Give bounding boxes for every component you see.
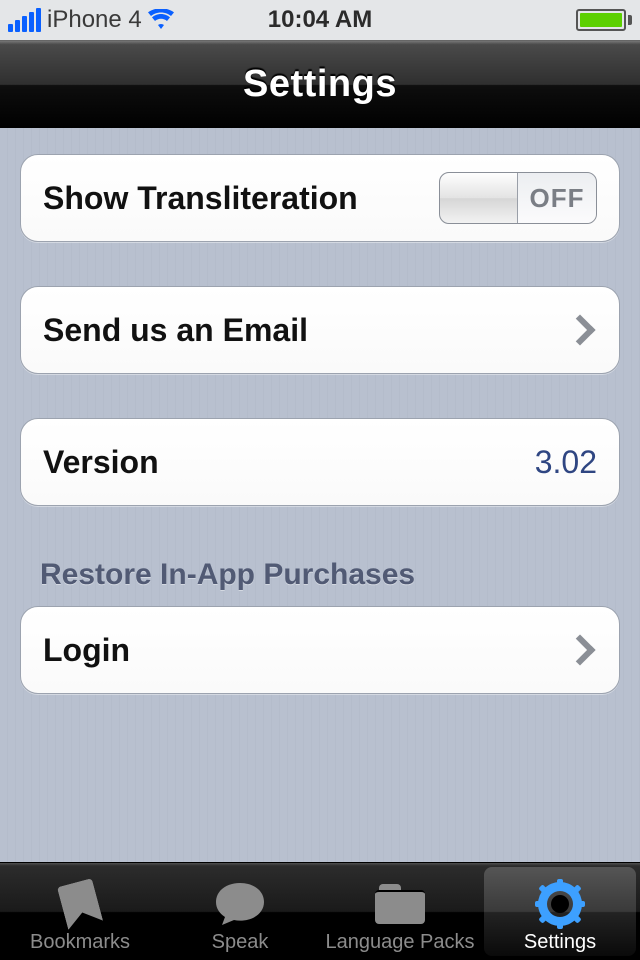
status-left: iPhone 4 bbox=[8, 5, 174, 36]
row-label: Send us an Email bbox=[43, 312, 308, 349]
clock: 10:04 AM bbox=[268, 6, 372, 34]
nav-bar: Settings bbox=[0, 40, 640, 128]
transliteration-toggle[interactable]: OFF bbox=[439, 172, 597, 224]
tab-language-packs[interactable]: Language Packs bbox=[320, 863, 480, 960]
page-title: Settings bbox=[243, 63, 397, 106]
section-header-restore: Restore In-App Purchases bbox=[20, 550, 620, 606]
bookmark-icon bbox=[52, 879, 108, 929]
tab-label: Settings bbox=[524, 931, 596, 954]
signal-icon bbox=[8, 8, 41, 32]
tab-label: Bookmarks bbox=[30, 931, 130, 954]
chevron-right-icon bbox=[564, 314, 595, 345]
row-version: Version 3.02 bbox=[20, 418, 620, 506]
speech-bubble-icon bbox=[212, 879, 268, 929]
tab-label: Language Packs bbox=[325, 931, 474, 954]
row-label: Version bbox=[43, 444, 159, 481]
row-label: Login bbox=[43, 632, 130, 669]
version-value: 3.02 bbox=[535, 444, 597, 481]
row-login[interactable]: Login bbox=[20, 606, 620, 694]
toggle-off-label: OFF bbox=[518, 173, 596, 223]
tab-bookmarks[interactable]: Bookmarks bbox=[0, 863, 160, 960]
status-bar: iPhone 4 10:04 AM bbox=[0, 0, 640, 40]
row-label: Show Transliteration bbox=[43, 180, 358, 217]
tab-speak[interactable]: Speak bbox=[160, 863, 320, 960]
tab-label: Speak bbox=[212, 931, 269, 954]
row-send-email[interactable]: Send us an Email bbox=[20, 286, 620, 374]
row-show-transliteration: Show Transliteration OFF bbox=[20, 154, 620, 242]
toggle-knob bbox=[440, 173, 518, 223]
carrier-label: iPhone 4 bbox=[47, 6, 142, 34]
folder-icon bbox=[372, 879, 428, 929]
chevron-right-icon bbox=[564, 634, 595, 665]
wifi-icon bbox=[148, 5, 174, 36]
battery-icon bbox=[576, 9, 632, 31]
gear-icon bbox=[532, 879, 588, 929]
content-area: Show Transliteration OFF Send us an Emai… bbox=[0, 128, 640, 862]
tab-settings[interactable]: Settings bbox=[480, 863, 640, 960]
tab-bar: Bookmarks Speak Language Packs Settings bbox=[0, 862, 640, 960]
